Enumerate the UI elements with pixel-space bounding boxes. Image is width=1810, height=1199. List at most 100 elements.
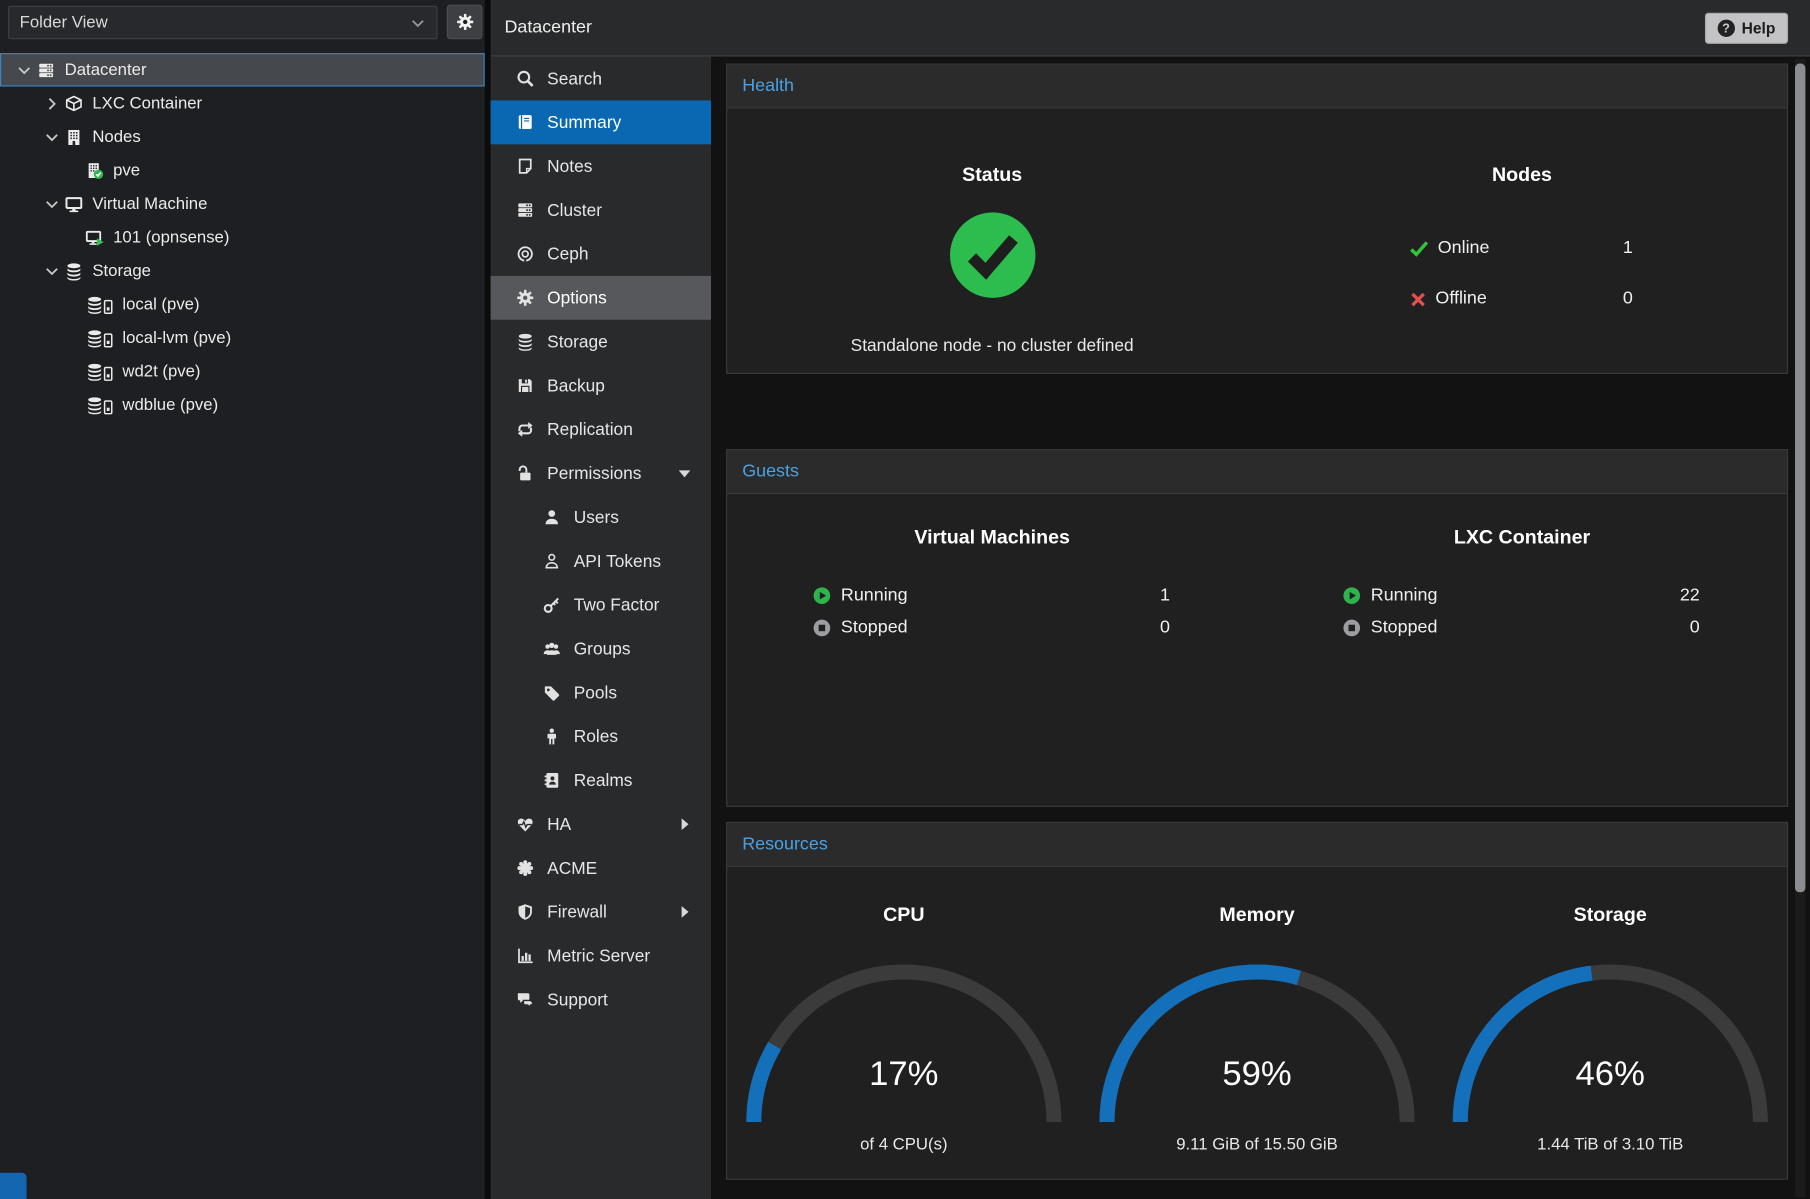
menu-item-ceph[interactable]: Ceph	[491, 232, 711, 276]
tree-item-lxc-container[interactable]: LXC Container	[0, 87, 485, 120]
offline-value: 0	[1623, 289, 1635, 310]
tree-item-pve[interactable]: pve	[0, 154, 485, 187]
lxc-heading: LXC Container	[1257, 526, 1787, 549]
tree-item-label: 101 (opnsense)	[113, 228, 229, 246]
gauge-storage: Storage46%1.44 TiB of 3.10 TiB	[1434, 904, 1787, 1154]
database-drive-icon	[85, 362, 113, 380]
datacenter-icon	[37, 61, 55, 79]
menu-item-acme[interactable]: ACME	[491, 846, 711, 890]
menu-item-firewall[interactable]: Firewall	[491, 890, 711, 934]
chart-icon	[514, 947, 537, 965]
tree-item-datacenter[interactable]: Datacenter	[0, 53, 485, 86]
book-icon	[514, 113, 537, 131]
lxc-running-label: Running	[1371, 585, 1438, 606]
database-icon	[65, 261, 83, 279]
gauge-cpu: CPU17%of 4 CPU(s)	[727, 904, 1080, 1154]
menu-item-support[interactable]: Support	[491, 978, 711, 1022]
menu-item-backup[interactable]: Backup	[491, 364, 711, 408]
menu-item-cluster[interactable]: Cluster	[491, 188, 711, 232]
menu-item-options[interactable]: Options	[491, 276, 711, 320]
tree-item-local-pve[interactable]: local (pve)	[0, 287, 485, 320]
menu-item-summary[interactable]: Summary	[491, 100, 711, 144]
menu-item-label: Ceph	[547, 244, 588, 264]
tree-item-label: Storage	[92, 261, 151, 279]
lxc-stopped-label: Stopped	[1371, 618, 1438, 639]
chevron-down-icon[interactable]	[14, 62, 35, 78]
tree-item-label: wdblue (pve)	[122, 395, 218, 413]
menu-item-two-factor[interactable]: Two Factor	[491, 583, 711, 627]
menu-item-label: ACME	[547, 858, 597, 878]
chevron-down-icon[interactable]	[42, 263, 63, 279]
menu-item-storage[interactable]: Storage	[491, 320, 711, 364]
vm-running-value: 1	[1160, 585, 1172, 606]
tree-settings-button[interactable]	[447, 5, 483, 40]
chevron-down-icon[interactable]	[42, 196, 63, 212]
vm-stopped-value: 0	[1160, 618, 1172, 639]
tree-item-label: Virtual Machine	[92, 195, 207, 213]
tree-item-storage[interactable]: Storage	[0, 254, 485, 287]
tree-item-local-lvm-pve[interactable]: local-lvm (pve)	[0, 321, 485, 354]
menu-item-api-tokens[interactable]: API Tokens	[491, 539, 711, 583]
tree-view-select[interactable]: Folder View	[8, 6, 437, 39]
seal-icon	[514, 859, 537, 877]
guests-panel: Guests Virtual Machines Running 1	[726, 449, 1788, 807]
proxmox-app: Folder View Datacenter LXC Container Nodes…	[0, 0, 1810, 1199]
menu-item-notes[interactable]: Notes	[491, 144, 711, 188]
menu-item-metric-server[interactable]: Metric Server	[491, 934, 711, 978]
menu-item-roles[interactable]: Roles	[491, 715, 711, 759]
chevron-down-icon[interactable]	[42, 129, 63, 145]
gauge-title: CPU	[727, 904, 1080, 929]
menu-item-realms[interactable]: Realms	[491, 758, 711, 802]
menu-item-label: Backup	[547, 376, 605, 396]
address-book-icon	[540, 771, 563, 789]
tree-item-101-opnsense[interactable]: 101 (opnsense)	[0, 220, 485, 253]
chevron-right-icon[interactable]	[42, 95, 63, 111]
sync-icon	[514, 420, 537, 438]
menu-item-label: Roles	[574, 727, 618, 747]
gear-icon	[514, 289, 537, 307]
tree-item-wd2t-pve[interactable]: wd2t (pve)	[0, 354, 485, 387]
search-icon	[514, 69, 537, 87]
building-icon	[65, 128, 83, 146]
menu-item-pools[interactable]: Pools	[491, 671, 711, 715]
menu-item-ha[interactable]: HA	[491, 802, 711, 846]
gauge-arc	[742, 960, 1065, 1133]
health-panel-title: Health	[727, 65, 1787, 109]
menu-item-users[interactable]: Users	[491, 495, 711, 539]
gauge-arc	[1095, 960, 1418, 1133]
tree-item-virtual-machine[interactable]: Virtual Machine	[0, 187, 485, 220]
tree-item-label: wd2t (pve)	[122, 362, 200, 380]
guests-panel-title: Guests	[727, 450, 1787, 494]
gauge-memory: Memory59%9.11 GiB of 15.50 GiB	[1080, 904, 1433, 1154]
caret-right-icon	[673, 904, 696, 920]
key-icon	[540, 596, 563, 614]
ceph-icon	[514, 245, 537, 263]
gauge-title: Memory	[1080, 904, 1433, 929]
monitor-play-icon	[85, 228, 103, 246]
menu-item-permissions[interactable]: Permissions	[491, 451, 711, 495]
scrollbar-thumb[interactable]	[1795, 63, 1805, 892]
caret-right-icon	[673, 816, 696, 832]
help-button[interactable]: ? Help	[1705, 13, 1788, 44]
menu-item-label: Pools	[574, 683, 617, 703]
comments-icon	[514, 990, 537, 1008]
caret-down-icon	[673, 465, 696, 481]
menu-item-label: Metric Server	[547, 946, 650, 966]
menu-item-replication[interactable]: Replication	[491, 407, 711, 451]
corner-accent	[0, 1173, 27, 1199]
resource-tree-panel: Folder View Datacenter LXC Container Nodes…	[0, 0, 485, 1199]
menu-item-groups[interactable]: Groups	[491, 627, 711, 671]
tree-item-label: LXC Container	[92, 94, 202, 112]
question-circle-icon: ?	[1717, 20, 1734, 37]
resource-tree: Datacenter LXC Container Nodespve Virtual M…	[0, 53, 485, 421]
tree-item-nodes[interactable]: Nodes	[0, 120, 485, 153]
stop-circle-icon	[1342, 619, 1360, 637]
floppy-icon	[514, 376, 537, 394]
database-drive-icon	[85, 395, 113, 413]
shield-icon	[514, 903, 537, 921]
tree-item-wdblue-pve[interactable]: wdblue (pve)	[0, 388, 485, 421]
monitor-icon	[65, 195, 83, 213]
menu-item-search[interactable]: Search	[491, 57, 711, 101]
check-circle-icon	[947, 210, 1037, 300]
tag-icon	[540, 683, 563, 701]
